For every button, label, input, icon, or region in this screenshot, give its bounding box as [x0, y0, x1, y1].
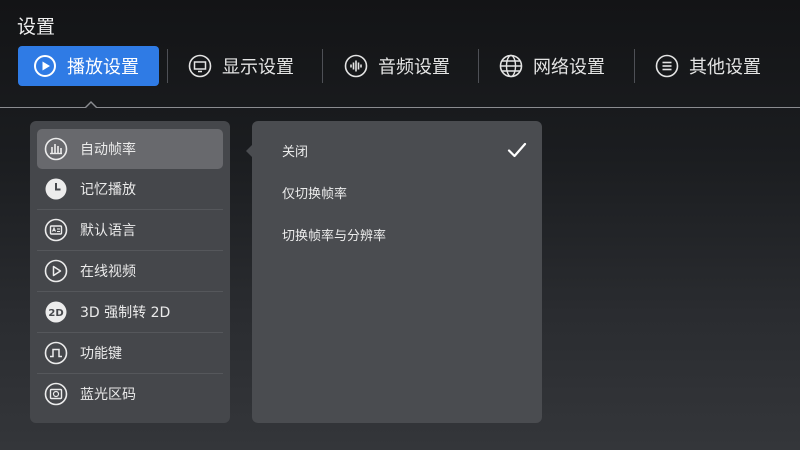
tab-divider — [478, 49, 479, 83]
menu-item-label: 默认语言 — [80, 223, 136, 239]
tab-playback-settings[interactable]: 播放设置 — [18, 46, 159, 86]
tab-network-settings[interactable]: 网络设置 — [499, 46, 605, 86]
check-icon — [507, 142, 527, 158]
tab-display-settings[interactable]: 显示设置 — [188, 46, 294, 86]
tab-audio-settings[interactable]: 音频设置 — [344, 46, 450, 86]
tab-divider — [634, 49, 635, 83]
active-tab-pointer-fill — [85, 103, 97, 109]
bar-chart-icon — [44, 137, 68, 161]
disc-icon — [44, 382, 68, 406]
tab-divider — [167, 49, 168, 83]
tab-label: 显示设置 — [222, 57, 294, 78]
menu-item-force-3d-to-2d[interactable]: 2D 3D 强制转 2D — [37, 292, 223, 332]
language-icon — [44, 218, 68, 242]
audio-wave-icon — [344, 54, 368, 78]
option-label: 仅切换帧率 — [282, 186, 348, 202]
tab-underline — [0, 107, 800, 108]
settings-tab-bar: 播放设置 显示设置 音频设置 网络设置 其他设置 — [0, 44, 800, 90]
option-switch-frame-rate-only[interactable]: 仅切换帧率 — [282, 177, 527, 207]
menu-item-default-language[interactable]: 默认语言 — [37, 210, 223, 250]
list-circle-icon — [655, 54, 679, 78]
play-circle-icon — [34, 55, 56, 77]
page-title: 设置 — [17, 16, 56, 38]
menu-item-function-key[interactable]: 功能键 — [37, 333, 223, 373]
menu-item-auto-frame-rate[interactable]: 自动帧率 — [37, 129, 223, 169]
tab-label: 其他设置 — [689, 57, 761, 78]
clock-icon — [45, 178, 67, 200]
2d-icon: 2D — [45, 301, 67, 323]
playback-settings-menu: 自动帧率 记忆播放 默认语言 在线视频 2D 3D 强制转 2D 功能键 蓝光区… — [30, 121, 230, 423]
tab-label: 播放设置 — [67, 57, 139, 78]
tab-label: 音频设置 — [378, 57, 450, 78]
menu-item-label: 记忆播放 — [80, 182, 136, 198]
option-label: 关闭 — [282, 144, 309, 160]
auto-frame-rate-options: 关闭 仅切换帧率 切换帧率与分辨率 — [252, 121, 542, 423]
display-icon — [188, 54, 212, 78]
menu-item-online-video[interactable]: 在线视频 — [37, 251, 223, 291]
tab-other-settings[interactable]: 其他设置 — [655, 46, 761, 86]
menu-item-bluray-region-code[interactable]: 蓝光区码 — [37, 374, 223, 414]
function-key-icon — [44, 341, 68, 365]
menu-item-label: 3D 强制转 2D — [80, 305, 171, 321]
option-switch-frame-rate-and-resolution[interactable]: 切换帧率与分辨率 — [282, 219, 527, 249]
menu-item-label: 功能键 — [80, 346, 122, 362]
svg-text:2D: 2D — [48, 308, 63, 319]
tab-divider — [322, 49, 323, 83]
menu-item-label: 自动帧率 — [80, 142, 136, 158]
globe-icon — [499, 54, 523, 78]
menu-item-label: 在线视频 — [80, 264, 136, 280]
option-label: 切换帧率与分辨率 — [282, 228, 387, 244]
play-circle-icon — [44, 259, 68, 283]
menu-item-resume-playback[interactable]: 记忆播放 — [37, 169, 223, 209]
menu-item-label: 蓝光区码 — [80, 387, 136, 403]
tab-label: 网络设置 — [533, 57, 605, 78]
option-off[interactable]: 关闭 — [282, 135, 527, 165]
